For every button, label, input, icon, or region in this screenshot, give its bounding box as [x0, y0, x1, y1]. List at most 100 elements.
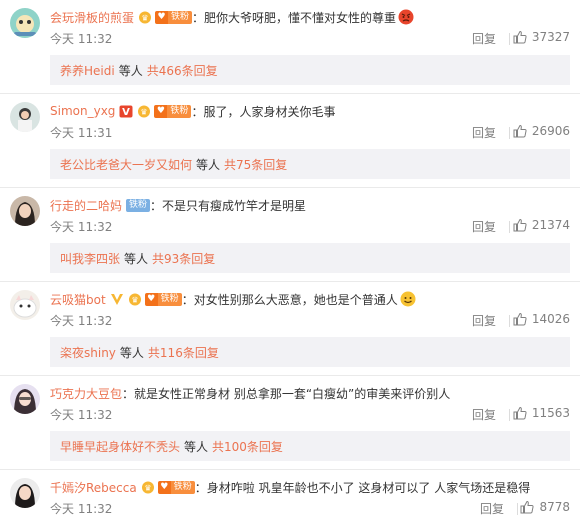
gray-fan-badge[interactable]: 铁粉	[126, 198, 151, 212]
v-icon[interactable]: V	[119, 105, 133, 118]
fan-heart-icon: ♥	[154, 104, 168, 118]
v-icon[interactable]	[110, 293, 124, 306]
comment-item: 云吸猫bot ♛ ♥ 铁粉 ：对女性别那么大恶意，她也是个普通人 今天 11:32…	[0, 282, 580, 376]
thumbs-up-icon	[513, 218, 527, 232]
like-count: 21374	[531, 218, 570, 232]
reply-button[interactable]: 回复	[472, 406, 496, 423]
like-button[interactable]: 11563	[513, 406, 570, 420]
comment-header: 云吸猫bot ♛ ♥ 铁粉 ：对女性别那么大恶意，她也是个普通人	[50, 290, 570, 308]
comment-header: Simon_yxg V ♛ ♥ 铁粉 ：服了，人家身材关你毛事	[50, 102, 570, 120]
sub-reply-count[interactable]: 共116条回复	[148, 344, 219, 361]
avatar[interactable]	[10, 196, 40, 226]
divider	[517, 503, 518, 515]
sub-reply-text: 等人	[184, 439, 209, 454]
sub-reply-user[interactable]: 栥夜shiny	[60, 344, 116, 361]
divider	[509, 221, 510, 233]
comment-text: ：肥你大爷呀肥，懂不懂对女性的尊重	[192, 10, 397, 25]
sub-replies-box[interactable]: 栥夜shiny 等人 共116条回复	[50, 337, 570, 367]
thumbs-up-icon	[520, 500, 534, 514]
sub-replies-box[interactable]: 叫我李四张 等人 共93条回复	[50, 243, 570, 273]
like-button[interactable]: 8778	[520, 500, 570, 514]
sub-reply-user[interactable]: 养养Heidi	[60, 62, 115, 79]
sub-replies-box[interactable]: 养养Heidi 等人 共466条回复	[50, 55, 570, 85]
divider	[509, 33, 510, 45]
username-link[interactable]: 巧克力大豆包	[50, 385, 122, 402]
comment-time: 今天 11:32	[50, 502, 113, 516]
vip-icon[interactable]: ♛	[138, 11, 152, 24]
fan-heart-icon: ♥	[155, 10, 169, 24]
comment-header: 行走的二哈妈 铁粉 ：不是只有瘦成竹竿才是明星	[50, 196, 570, 214]
thumbs-up-icon	[513, 312, 527, 326]
svg-text:♛: ♛	[144, 483, 151, 492]
username-link[interactable]: Simon_yxg	[50, 104, 115, 118]
comment-item: 会玩滑板的煎蛋 ♛ ♥ 铁粉 ：肥你大爷呀肥，懂不懂对女性的尊重 今天 11:32…	[0, 0, 580, 94]
reply-button[interactable]: 回复	[472, 312, 496, 329]
smile-face-icon	[400, 291, 416, 307]
reply-button[interactable]: 回复	[480, 500, 504, 517]
comment-time: 今天 11:32	[50, 220, 113, 234]
comment-time: 今天 11:31	[50, 126, 113, 140]
sub-replies-box[interactable]: 早睡早起身体好不秃头 等人 共100条回复	[50, 431, 570, 461]
avatar[interactable]	[10, 102, 40, 132]
sub-reply-count[interactable]: 共466条回复	[147, 62, 218, 79]
comment-text: ：身材咋啦 巩皇年龄也不小了 这身材可以了 人家气场还是稳得	[194, 480, 531, 495]
comment-text: ：服了，人家身材关你毛事	[191, 104, 336, 119]
vip-icon[interactable]: ♛	[128, 293, 142, 306]
comment-time: 今天 11:32	[50, 314, 113, 328]
like-count: 14026	[531, 312, 570, 326]
fan-heart-icon: ♥	[144, 292, 158, 306]
username-link[interactable]: 会玩滑板的煎蛋	[50, 9, 134, 26]
comment-item: 千嫣汐Rebecca ♛ ♥ 铁粉 ：身材咋啦 巩皇年龄也不小了 这身材可以了 人…	[0, 470, 580, 525]
like-button[interactable]: 26906	[513, 124, 570, 138]
like-button[interactable]: 21374	[513, 218, 570, 232]
reply-button[interactable]: 回复	[472, 218, 496, 235]
vip-icon[interactable]: ♛	[137, 105, 151, 118]
avatar[interactable]	[10, 8, 40, 38]
comment-text: ：不是只有瘦成竹竿才是明星	[150, 198, 307, 213]
vip-icon[interactable]: ♛	[141, 481, 155, 494]
fan-heart-icon: ♥	[157, 480, 171, 494]
fan-badge[interactable]: ♥ 铁粉	[154, 104, 192, 118]
avatar[interactable]	[10, 478, 40, 508]
sub-reply-text: 等人	[196, 157, 221, 172]
sub-reply-user[interactable]: 早睡早起身体好不秃头	[60, 438, 180, 455]
like-button[interactable]: 14026	[513, 312, 570, 326]
sub-reply-user[interactable]: 老公比老爸大一岁又如何	[60, 156, 192, 173]
username-link[interactable]: 云吸猫bot	[50, 291, 106, 308]
like-button[interactable]: 37327	[513, 30, 570, 44]
thumbs-up-icon	[513, 30, 527, 44]
like-count: 37327	[531, 30, 570, 44]
fan-badge[interactable]: ♥ 铁粉	[144, 292, 182, 306]
comment-list: 会玩滑板的煎蛋 ♛ ♥ 铁粉 ：肥你大爷呀肥，懂不懂对女性的尊重 今天 11:32…	[0, 0, 580, 525]
divider	[509, 409, 510, 421]
thumbs-up-icon	[513, 124, 527, 138]
comment-header: 千嫣汐Rebecca ♛ ♥ 铁粉 ：身材咋啦 巩皇年龄也不小了 这身材可以了 人…	[50, 478, 570, 496]
thumbs-up-icon	[513, 406, 527, 420]
sub-reply-user[interactable]: 叫我李四张	[60, 250, 120, 267]
like-count: 8778	[539, 500, 570, 514]
comment-time: 今天 11:32	[50, 408, 113, 422]
comment-item: Simon_yxg V ♛ ♥ 铁粉 ：服了，人家身材关你毛事 今天 11:31 …	[0, 94, 580, 188]
comment-time: 今天 11:32	[50, 32, 113, 46]
sub-replies-box[interactable]: 老公比老爸大一岁又如何 等人 共75条回复	[50, 149, 570, 179]
angry-face-icon	[398, 9, 414, 25]
sub-reply-count[interactable]: 共75条回复	[224, 156, 287, 173]
username-link[interactable]: 千嫣汐Rebecca	[50, 479, 137, 496]
sub-reply-count[interactable]: 共93条回复	[152, 250, 215, 267]
reply-button[interactable]: 回复	[472, 30, 496, 47]
avatar[interactable]	[10, 290, 40, 320]
svg-text:♛: ♛	[141, 107, 148, 116]
fan-badge[interactable]: ♥ 铁粉	[157, 480, 195, 494]
like-count: 26906	[531, 124, 570, 138]
reply-button[interactable]: 回复	[472, 124, 496, 141]
like-count: 11563	[531, 406, 570, 420]
comment-text: ：对女性别那么大恶意，她也是个普通人	[181, 292, 398, 307]
comment-item: 巧克力大豆包 ：就是女性正常身材 别总拿那一套“白瘦幼”的审美来评价别人 今天 …	[0, 376, 580, 470]
username-link[interactable]: 行走的二哈妈	[50, 197, 122, 214]
fan-badge[interactable]: ♥ 铁粉	[155, 10, 193, 24]
svg-text:♛: ♛	[141, 13, 148, 22]
avatar[interactable]	[10, 384, 40, 414]
comment-header: 会玩滑板的煎蛋 ♛ ♥ 铁粉 ：肥你大爷呀肥，懂不懂对女性的尊重	[50, 8, 570, 26]
sub-reply-count[interactable]: 共100条回复	[212, 438, 283, 455]
divider	[509, 127, 510, 139]
